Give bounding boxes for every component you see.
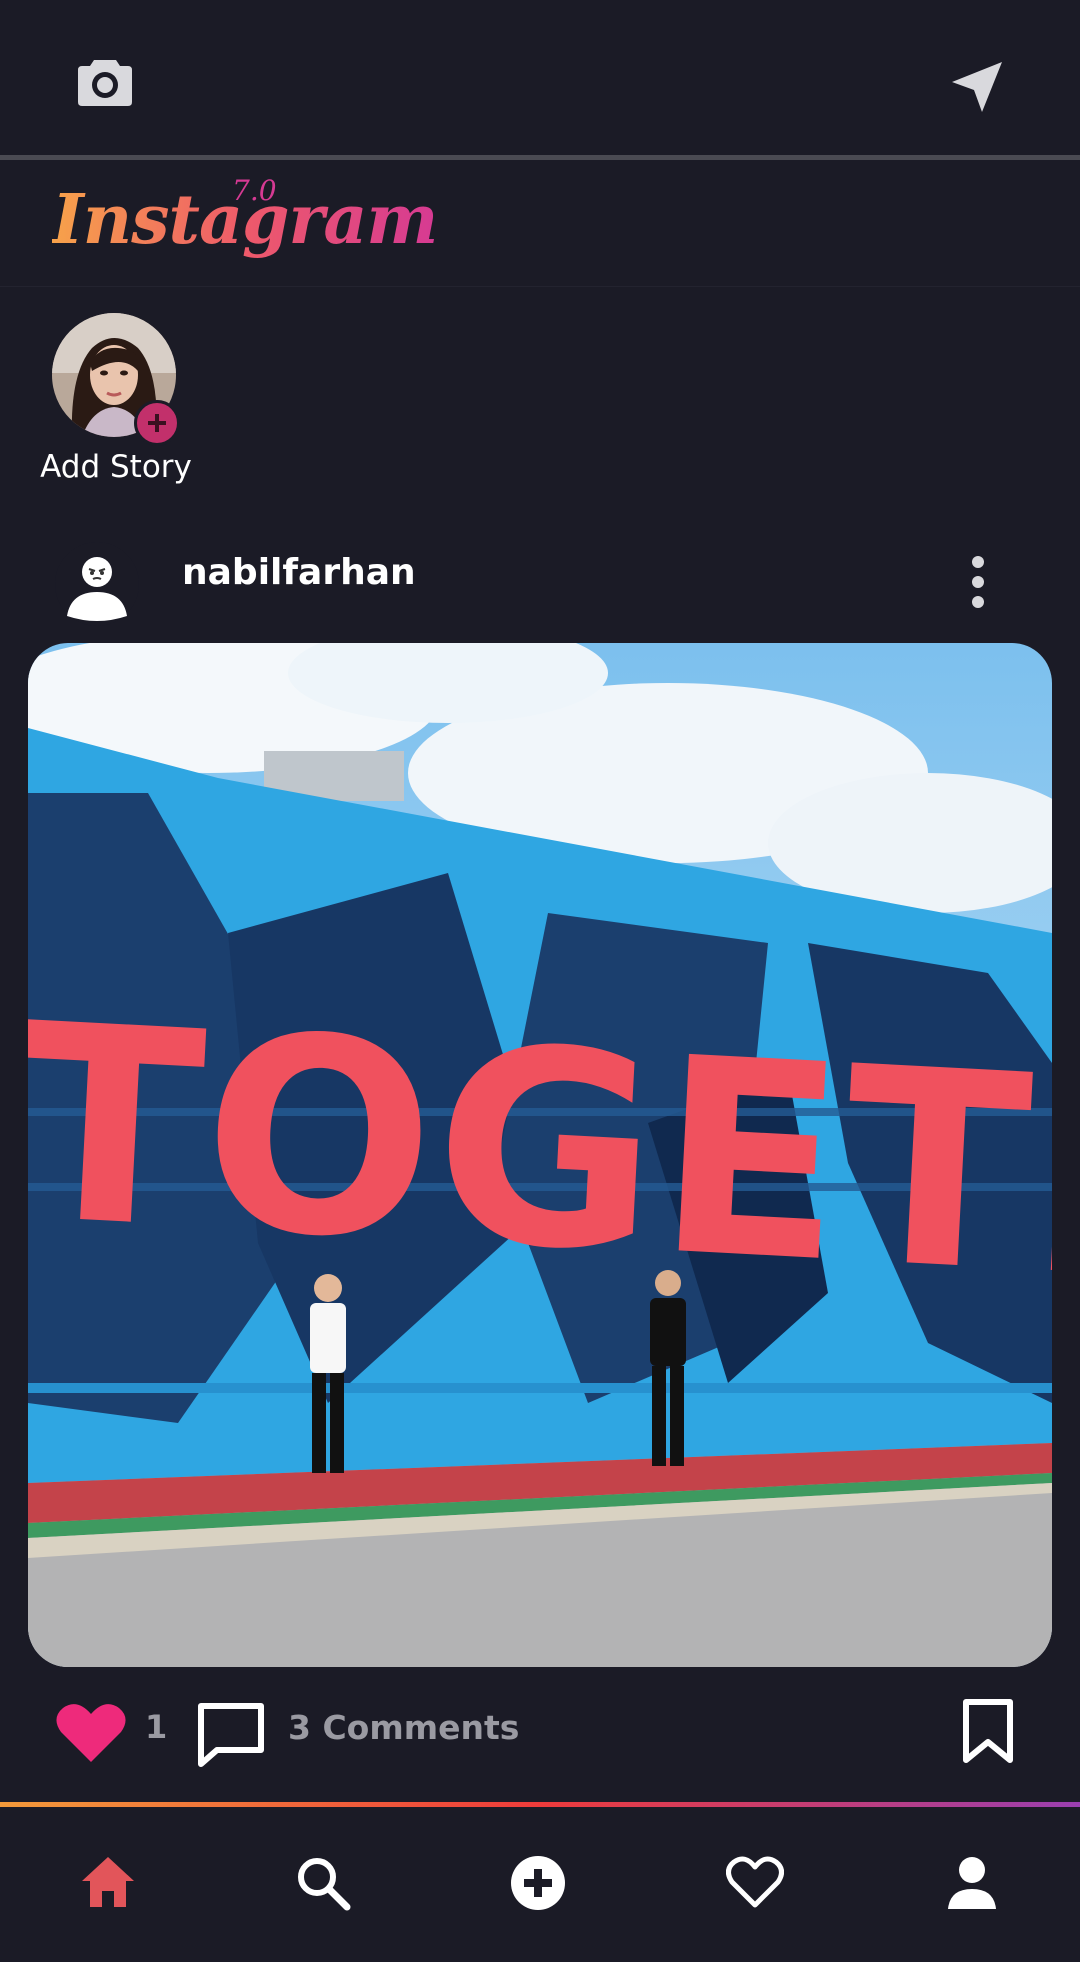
top-bar (0, 0, 1080, 156)
story-add-badge[interactable] (134, 400, 180, 446)
post-image[interactable]: TOGETHER (28, 643, 1052, 1667)
post-username[interactable]: nabilfarhan (182, 552, 416, 593)
app-version: 7.0 (232, 174, 277, 207)
like-count: 1 (145, 1708, 168, 1746)
post-header: nabilfarhan (0, 534, 1080, 634)
bottom-nav (0, 1807, 1080, 1962)
post-actions: 1 3 Comments (0, 1690, 1080, 1770)
bookmark-icon[interactable] (962, 1698, 1014, 1764)
user-avatar[interactable] (55, 542, 139, 626)
story-label: Add Story (40, 449, 192, 485)
heart-icon[interactable] (726, 1855, 784, 1909)
comments-link[interactable]: 3 Comments (288, 1708, 519, 1747)
send-icon[interactable] (950, 60, 1004, 114)
camera-icon[interactable] (76, 56, 134, 108)
home-icon[interactable] (80, 1855, 136, 1909)
more-vertical-icon[interactable] (965, 552, 991, 612)
logo-row: Instagram 7.0 (0, 160, 1080, 287)
comment-icon[interactable] (195, 1700, 267, 1770)
search-icon[interactable] (295, 1855, 351, 1911)
profile-icon[interactable] (944, 1855, 1000, 1911)
story-add[interactable]: Add Story (38, 313, 194, 493)
add-icon[interactable] (510, 1855, 566, 1911)
plus-icon (148, 414, 166, 432)
heart-filled-icon[interactable] (55, 1700, 127, 1764)
